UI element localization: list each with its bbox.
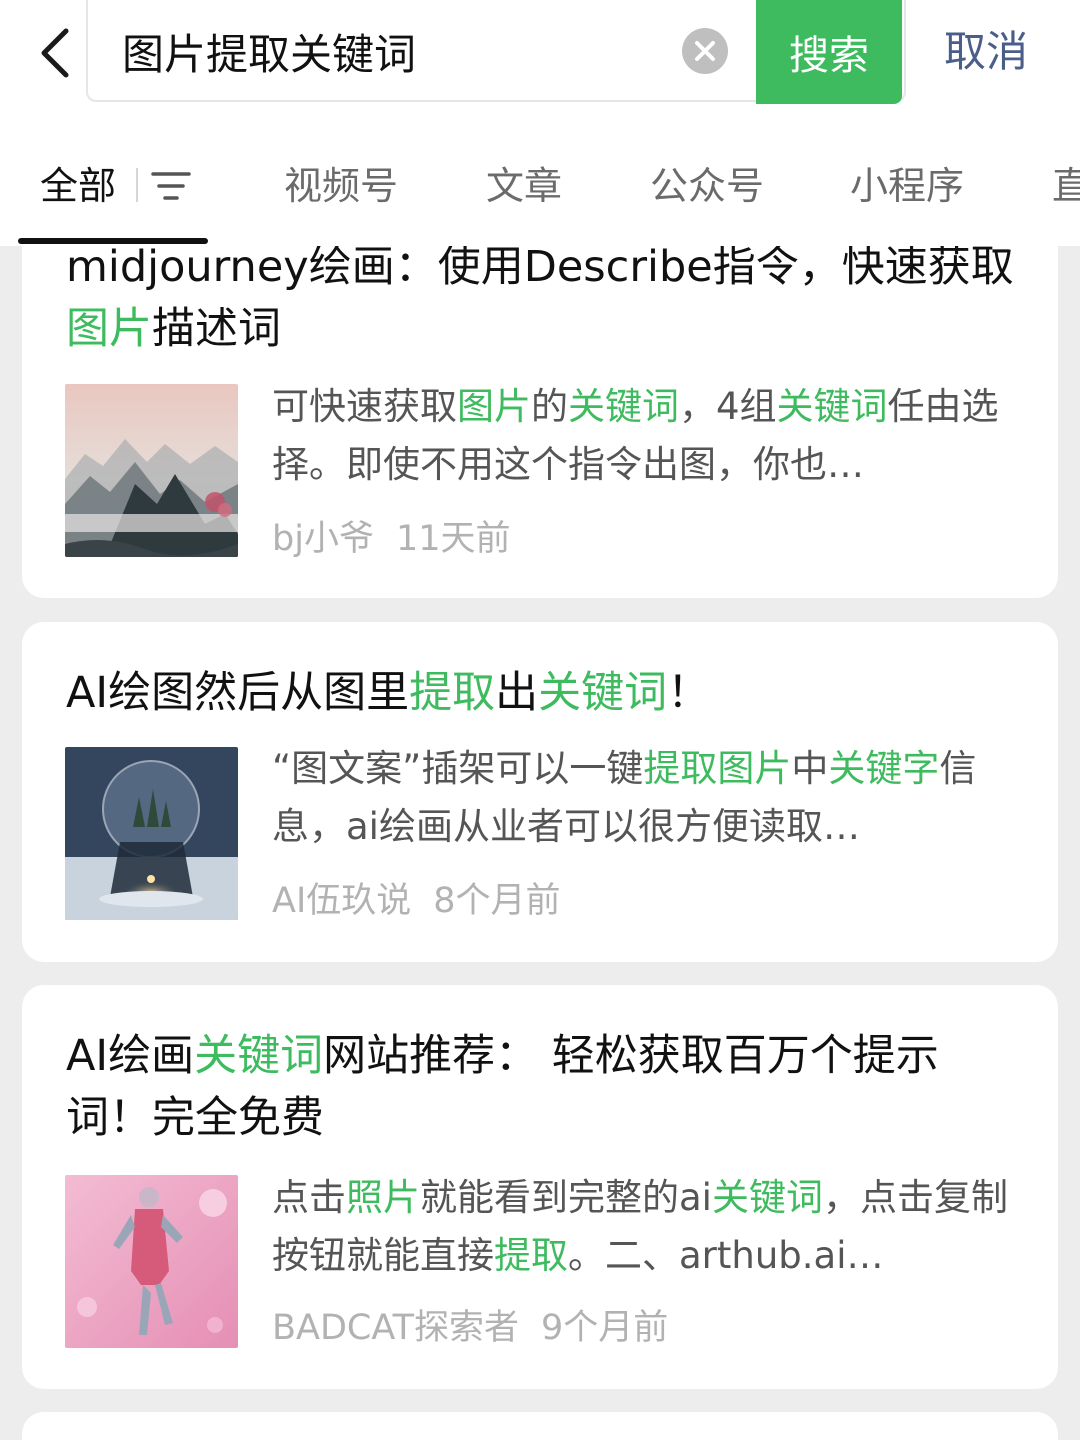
- snow-globe-thumbnail: [65, 747, 238, 920]
- keyword-highlight: 关键字: [828, 747, 940, 790]
- result-card[interactable]: midjourney绘画：使用Describe指令，快速获取图片描述词 可快速获…: [22, 246, 1058, 598]
- search-header: 搜索 取消: [0, 0, 1080, 130]
- keyword-highlight: 提取: [409, 668, 496, 718]
- result-author[interactable]: AI伍玖说: [272, 881, 411, 921]
- chinese-ink-landscape-thumbnail: [65, 384, 238, 557]
- clear-circle-icon: [695, 41, 715, 61]
- result-description: 可快速获取图片的关键词，4组关键词任由选择。即使不用这个指令出图，你也…: [272, 378, 1012, 494]
- text-segment: 出: [495, 668, 539, 718]
- active-tab-indicator: [18, 238, 208, 244]
- result-card[interactable]: AI绘画关键词网站推荐： 轻松获取百万个提示词！完全免费 点击照片就能看到完整的…: [22, 985, 1058, 1389]
- result-thumbnail: [65, 1175, 238, 1348]
- result-description: “图文案”插架可以一键提取图片中关键字信息，ai绘画从业者可以很方便读取…: [272, 740, 1012, 856]
- result-author[interactable]: BADCAT探索者: [272, 1308, 519, 1348]
- text-segment: 中: [791, 747, 829, 790]
- keyword-highlight: 关键词: [568, 385, 679, 428]
- result-meta: bj小爷 11天前: [272, 514, 511, 564]
- pink-figure-thumbnail: [65, 1175, 238, 1348]
- tab-channels[interactable]: 视频号: [284, 158, 398, 214]
- search-input[interactable]: [122, 16, 642, 86]
- result-thumbnail: [65, 747, 238, 920]
- result-title: AI绘图然后从图里提取出关键词！: [66, 662, 1016, 724]
- text-segment: 就能看到完整的ai: [420, 1176, 712, 1219]
- keyword-highlight: 关键词: [711, 1176, 823, 1219]
- keyword-highlight: 图片: [457, 385, 531, 428]
- result-card[interactable]: [22, 1412, 1058, 1440]
- text-segment: AI绘图然后从图里: [66, 668, 410, 718]
- result-title: AI绘画关键词网站推荐： 轻松获取百万个提示词！完全免费: [66, 1025, 1016, 1149]
- text-segment: 点击: [272, 1176, 346, 1219]
- text-segment: 的: [531, 385, 568, 428]
- result-time: 9个月前: [540, 1308, 669, 1348]
- results-list: midjourney绘画：使用Describe指令，快速获取图片描述词 可快速获…: [0, 246, 1080, 1440]
- cancel-button[interactable]: 取消: [944, 22, 1028, 82]
- result-card[interactable]: AI绘图然后从图里提取出关键词！ “图文案”插架可以一键提取图片中关键字信息，a…: [22, 622, 1058, 962]
- text-segment: 可快速获取: [272, 385, 457, 428]
- keyword-highlight: 关键词: [776, 385, 888, 428]
- clear-search-button[interactable]: [682, 28, 728, 74]
- filter-icon[interactable]: [150, 166, 192, 206]
- tab-divider: [136, 168, 138, 202]
- result-time: 11天前: [395, 519, 511, 559]
- keyword-highlight: 提取图片: [643, 747, 792, 790]
- text-segment: midjourney绘画：使用Describe指令，快速获取: [66, 246, 1014, 292]
- back-button[interactable]: [28, 18, 84, 88]
- tab-all[interactable]: 全部: [40, 158, 116, 214]
- text-segment: “图文案”插架可以一键: [272, 747, 644, 790]
- category-tabs: 全部 视频号 文章 公众号 小程序 直: [0, 130, 1080, 247]
- keyword-highlight: 照片: [346, 1176, 420, 1219]
- result-thumbnail: [65, 384, 238, 557]
- result-meta: AI伍玖说 8个月前: [272, 876, 561, 926]
- text-segment: 。二、arthub.ai…: [568, 1234, 884, 1277]
- search-results-page: 搜索 取消 全部 视频号 文章 公众号 小程序 直 midjourney绘画：使…: [0, 0, 1080, 1440]
- text-segment: ，4组: [679, 385, 777, 428]
- keyword-highlight: 提取: [494, 1234, 568, 1277]
- tab-articles[interactable]: 文章: [486, 158, 562, 214]
- result-time: 8个月前: [433, 881, 561, 921]
- result-title: midjourney绘画：使用Describe指令，快速获取图片描述词: [66, 246, 1016, 360]
- result-description: 点击照片就能看到完整的ai关键词，点击复制按钮就能直接提取。二、arthub.a…: [272, 1169, 1012, 1285]
- tab-mini-programs[interactable]: 小程序: [850, 158, 964, 214]
- tab-official-accounts[interactable]: 公众号: [650, 158, 764, 214]
- result-author[interactable]: bj小爷: [272, 519, 374, 559]
- result-meta: BADCAT探索者 9个月前: [272, 1303, 668, 1353]
- keyword-highlight: 关键词: [538, 668, 668, 718]
- text-segment: ！: [667, 668, 711, 718]
- tab-live[interactable]: 直: [1052, 158, 1080, 214]
- keyword-highlight: 关键词: [194, 1031, 324, 1081]
- text-segment: AI绘画: [66, 1031, 195, 1081]
- text-segment: 描述词: [152, 304, 281, 354]
- keyword-highlight: 图片: [66, 304, 152, 354]
- search-button[interactable]: 搜索: [756, 0, 902, 104]
- chevron-left-icon: [41, 28, 69, 78]
